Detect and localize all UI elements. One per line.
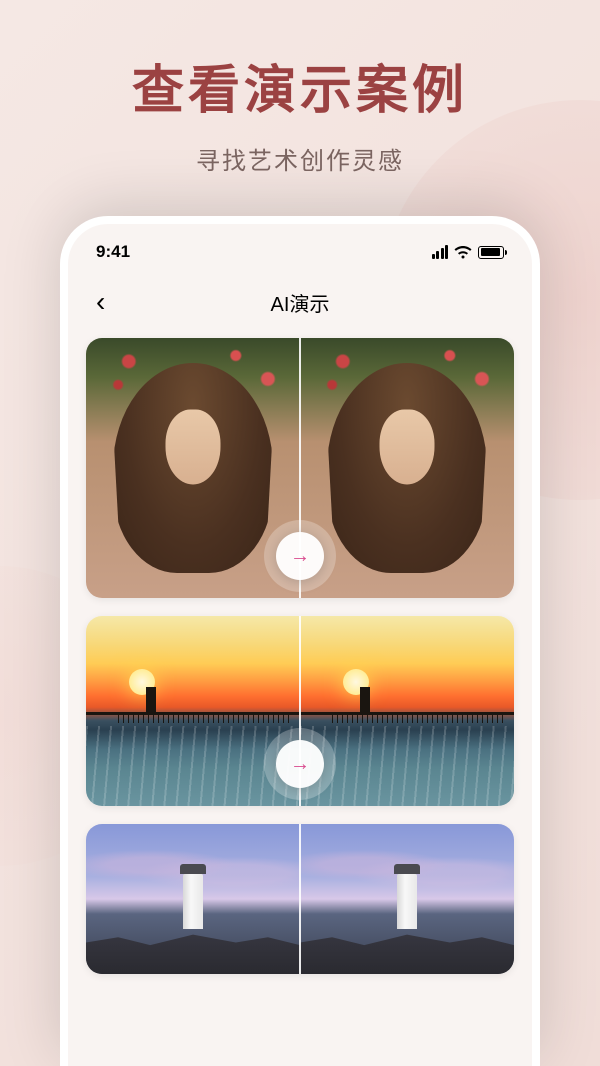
compare-divider [299, 824, 301, 974]
arrow-right-icon: → [290, 753, 310, 776]
compare-card-lighthouse[interactable] [86, 824, 514, 974]
back-button[interactable]: ‹ [88, 284, 113, 320]
wifi-icon [454, 246, 472, 259]
phone-screen: 9:41 ‹ AI演示 [68, 224, 532, 1066]
status-icons [432, 245, 505, 259]
status-time: 9:41 [96, 242, 130, 262]
nav-bar: ‹ AI演示 [68, 272, 532, 338]
compare-before [86, 824, 300, 974]
signal-icon [432, 245, 449, 259]
compare-card-sunset[interactable]: → [86, 616, 514, 806]
compare-slider-handle[interactable]: → [276, 532, 324, 580]
battery-icon [478, 246, 504, 259]
status-bar: 9:41 [68, 224, 532, 272]
arrow-right-icon: → [290, 545, 310, 568]
headline: 查看演示案例 [0, 48, 600, 123]
compare-slider-handle[interactable]: → [276, 740, 324, 788]
demo-list[interactable]: → → [68, 338, 532, 974]
subtitle: 寻找艺术创作灵感 [0, 141, 600, 176]
compare-after [300, 824, 514, 974]
nav-title: AI演示 [271, 288, 330, 317]
marketing-header: 查看演示案例 寻找艺术创作灵感 [0, 0, 600, 176]
phone-mockup: 9:41 ‹ AI演示 [60, 216, 540, 1066]
compare-card-portrait[interactable]: → [86, 338, 514, 598]
